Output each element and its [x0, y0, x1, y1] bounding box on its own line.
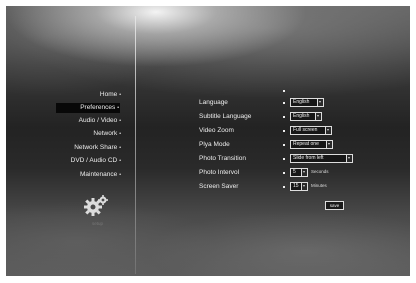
language-value: English [293, 99, 310, 105]
chevron-down-icon[interactable] [301, 169, 307, 176]
setup-caption: setup [92, 221, 104, 226]
bullet-marker [283, 186, 285, 188]
menu-item-label: Maintenance [80, 171, 118, 178]
menu-item-audio-video[interactable]: Audio / Video • [79, 116, 121, 126]
background-glow [6, 181, 410, 276]
photo-transition-label: Photo Transition [199, 155, 246, 162]
menu-item-preferences[interactable]: Preferences • [56, 103, 120, 113]
plya-mode-select[interactable]: Repeat one [290, 140, 333, 149]
menu-item-network[interactable]: Network • [93, 129, 121, 139]
chevron-down-icon[interactable] [346, 155, 352, 162]
screen-saver-label: Screen Saver [199, 183, 239, 190]
menu-item-maintenance[interactable]: Maintenance • [80, 170, 121, 180]
video-zoom-value: Full screen [293, 127, 318, 133]
menu-dot: • [119, 158, 121, 164]
bullet-marker [283, 158, 285, 160]
menu-item-label: Network [93, 130, 118, 137]
menu-item-label: Preferences [80, 104, 116, 111]
chevron-down-icon[interactable] [317, 99, 323, 106]
language-label: Language [199, 99, 228, 106]
photo-interval-select[interactable]: 5 [290, 168, 308, 177]
subtitle-language-value: English [293, 113, 310, 119]
plya-mode-value: Repeat one [293, 141, 319, 147]
bullet-marker [283, 102, 285, 104]
screen-saver-unit: Minutes [311, 183, 327, 188]
language-select[interactable]: English [290, 98, 324, 107]
menu-dot: • [119, 92, 121, 98]
menu-item-label: Audio / Video [78, 117, 118, 124]
save-button[interactable]: save [325, 201, 344, 210]
bullet-marker [283, 172, 285, 174]
bullet-marker [283, 130, 285, 132]
gear-icon [84, 195, 108, 216]
menu-item-label: Network Share [74, 144, 118, 151]
bullet-marker [283, 144, 285, 146]
chevron-down-icon[interactable] [326, 141, 332, 148]
menu-dot: • [119, 145, 121, 151]
bullet-marker [283, 90, 285, 92]
video-zoom-label: Video Zoom [199, 127, 234, 134]
chevron-down-icon[interactable] [301, 183, 307, 190]
plya-mode-label: Plya Mode [199, 141, 230, 148]
photo-interval-label: Photo Intervol [199, 169, 240, 176]
menu-item-dvd-audio-cd[interactable]: DVD / Audio CD • [71, 156, 121, 166]
menu-dot: • [117, 105, 119, 111]
menu-item-home[interactable]: Home • [100, 90, 121, 100]
photo-interval-value: 5 [293, 169, 296, 175]
chevron-down-icon[interactable] [315, 113, 321, 120]
subtitle-language-label: Subtitle Language [199, 113, 252, 120]
chevron-down-icon[interactable] [325, 127, 331, 134]
bullet-marker [283, 116, 285, 118]
photo-interval-unit: Seconds [311, 169, 329, 174]
photo-transition-select[interactable]: Slide from left [290, 154, 353, 163]
menu-item-label: DVD / Audio CD [70, 157, 118, 164]
screen-saver-select[interactable]: 15 [290, 182, 308, 191]
photo-transition-value: Slide from left [293, 155, 324, 161]
screen-saver-value: 15 [293, 183, 299, 189]
menu-dot: • [119, 118, 121, 124]
subtitle-language-select[interactable]: English [290, 112, 322, 121]
menu-dot: • [119, 131, 121, 137]
menu-item-network-share[interactable]: Network Share • [74, 143, 121, 153]
setup-screen: Home • Preferences • Audio / Video • Networ… [6, 6, 410, 276]
panel-divider [135, 16, 136, 274]
menu-dot: • [119, 172, 121, 178]
video-zoom-select[interactable]: Full screen [290, 126, 332, 135]
menu-item-label: Home [99, 91, 118, 98]
